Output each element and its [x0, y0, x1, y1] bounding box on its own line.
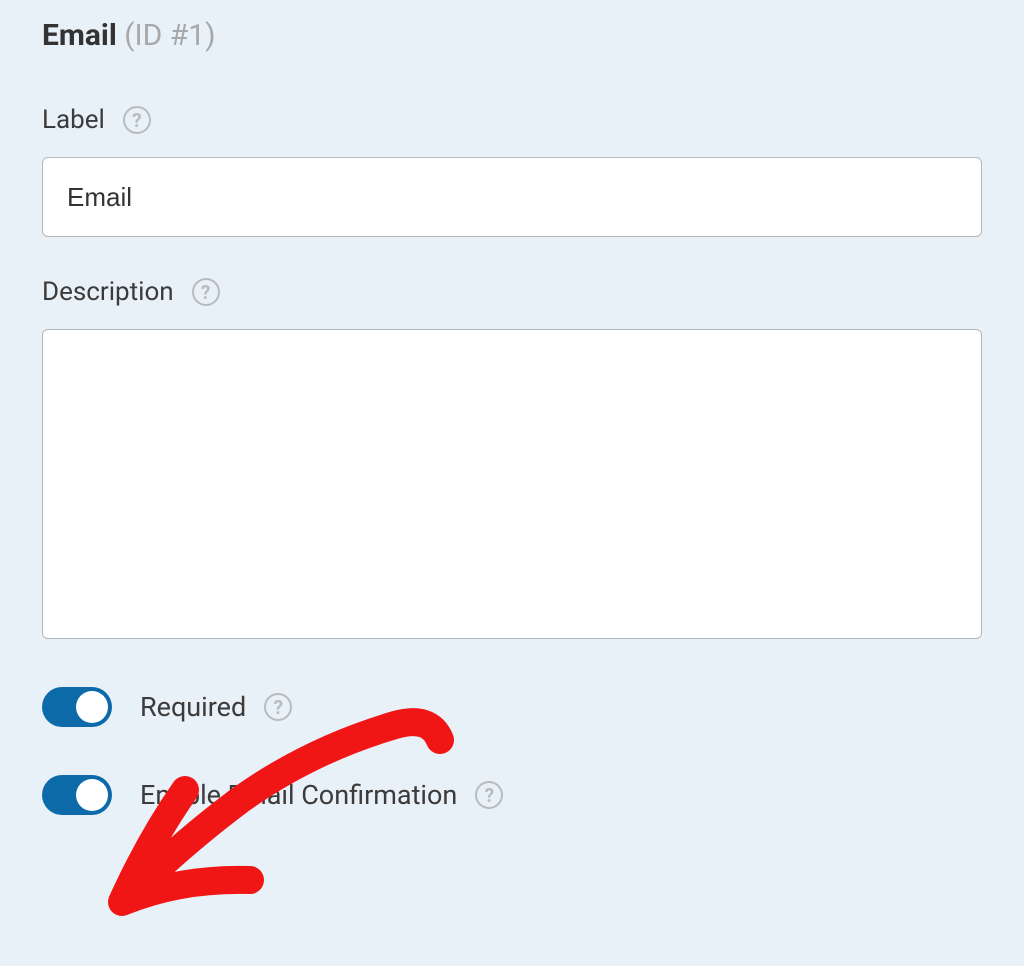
- description-textarea[interactable]: [42, 329, 982, 639]
- description-caption-row: Description ?: [42, 277, 982, 307]
- required-toggle[interactable]: [42, 687, 112, 727]
- email-confirmation-toggle-row: Enable Email Confirmation ?: [42, 775, 982, 815]
- required-toggle-row: Required ?: [42, 687, 982, 727]
- toggle-knob: [76, 779, 108, 811]
- toggle-knob: [76, 691, 108, 723]
- help-icon[interactable]: ?: [264, 693, 292, 721]
- field-id: (ID #1): [124, 18, 215, 53]
- help-icon[interactable]: ?: [192, 278, 220, 306]
- email-confirmation-label: Enable Email Confirmation: [140, 779, 457, 811]
- label-caption: Label: [42, 105, 105, 135]
- required-label: Required: [140, 691, 246, 723]
- label-caption-row: Label ?: [42, 105, 982, 135]
- help-icon[interactable]: ?: [475, 781, 503, 809]
- field-header: Email (ID #1): [42, 18, 982, 53]
- description-field-group: Description ?: [42, 277, 982, 643]
- description-caption: Description: [42, 277, 174, 307]
- email-confirmation-toggle[interactable]: [42, 775, 112, 815]
- label-input[interactable]: [42, 157, 982, 237]
- field-title: Email: [42, 18, 117, 53]
- help-icon[interactable]: ?: [123, 106, 151, 134]
- label-field-group: Label ?: [42, 105, 982, 237]
